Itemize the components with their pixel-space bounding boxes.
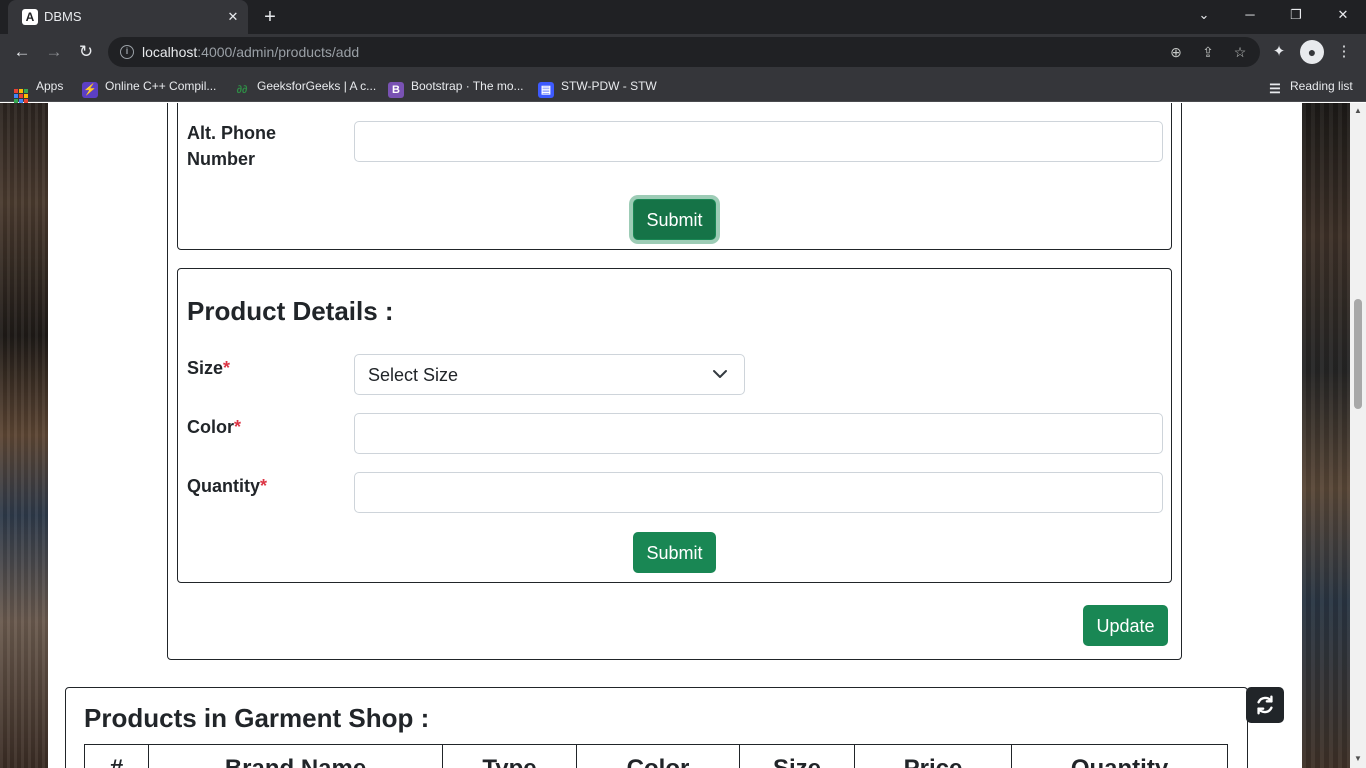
- add-product-card: Alt. Phone Number Submit Product Details …: [167, 103, 1182, 660]
- forward-icon[interactable]: →: [40, 38, 68, 66]
- zoom-icon[interactable]: ⊕: [1166, 42, 1186, 62]
- column-header-brand-name[interactable]: Brand Name: [148, 744, 443, 768]
- product-details-card: Product Details : Size* Select Size Colo…: [177, 268, 1172, 583]
- size-select[interactable]: Select Size: [354, 354, 745, 395]
- site-info-icon[interactable]: i: [120, 45, 134, 59]
- tab-favicon-icon: A: [22, 9, 38, 25]
- quantity-label: Quantity*: [187, 476, 268, 496]
- bookmark-apps[interactable]: Apps: [14, 77, 63, 103]
- product-details-heading: Product Details :: [187, 296, 394, 326]
- products-card: Products in Garment Shop : # Brand Name …: [65, 687, 1248, 768]
- stw-icon: ▤: [538, 82, 554, 98]
- column-header-quantity[interactable]: Quantity: [1011, 744, 1228, 768]
- reading-list[interactable]: ☰ Reading list: [1267, 77, 1353, 96]
- column-header-index[interactable]: #: [84, 744, 149, 768]
- bookmark-bootstrap[interactable]: B Bootstrap · The mo...: [388, 77, 524, 98]
- bookmark-star-icon[interactable]: ☆: [1230, 42, 1250, 62]
- restore-icon[interactable]: ❐: [1273, 0, 1319, 30]
- bookmark-stw-pdw[interactable]: ▤ STW-PDW - STW: [538, 77, 657, 98]
- products-title: Products in Garment Shop :: [84, 703, 430, 733]
- refresh-icon: [1257, 695, 1273, 715]
- refresh-button[interactable]: [1246, 687, 1284, 723]
- tab-title: DBMS: [44, 9, 82, 24]
- products-table: # Brand Name Type Color Size Price Quant…: [84, 744, 1228, 768]
- apps-grid-icon: [14, 89, 28, 103]
- column-header-type[interactable]: Type: [442, 744, 577, 768]
- size-label: Size*: [187, 358, 231, 378]
- column-header-size[interactable]: Size: [739, 744, 855, 768]
- product-submit-button[interactable]: Submit: [633, 532, 716, 573]
- table-header-row: # Brand Name Type Color Size Price Quant…: [84, 744, 1228, 768]
- bookmarks-bar: Apps ⚡ Online C++ Compil... ∂∂ GeeksforGee…: [0, 70, 1366, 103]
- profile-avatar-icon[interactable]: ●: [1300, 40, 1324, 64]
- page-viewport: Alt. Phone Number Submit Product Details …: [0, 103, 1350, 768]
- bootstrap-icon: B: [388, 82, 404, 98]
- url-text: localhost:4000/admin/products/add: [142, 44, 360, 60]
- tab-search-icon[interactable]: ⌄: [1181, 0, 1227, 30]
- color-input[interactable]: [354, 413, 1163, 454]
- browser-tab[interactable]: A DBMS ✕: [8, 0, 248, 34]
- gfg-icon: ∂∂: [236, 84, 248, 96]
- reading-list-icon: ☰: [1269, 81, 1281, 96]
- new-tab-icon[interactable]: +: [258, 6, 282, 28]
- browser-toolbar: ← → ↻ i localhost:4000/admin/products/ad…: [0, 34, 1366, 70]
- color-label: Color*: [187, 417, 242, 437]
- size-select-value: Select Size: [368, 365, 459, 385]
- background-image-left: [0, 103, 48, 768]
- menu-kebab-icon[interactable]: ⋮: [1332, 40, 1356, 64]
- minimize-icon[interactable]: ─: [1227, 0, 1273, 30]
- column-header-color[interactable]: Color: [576, 744, 740, 768]
- scroll-down-icon[interactable]: ▼: [1354, 755, 1362, 763]
- bookmark-online-cpp[interactable]: ⚡ Online C++ Compil...: [82, 77, 216, 98]
- contact-submit-button[interactable]: Submit: [633, 199, 716, 240]
- share-icon[interactable]: ⇪: [1198, 42, 1218, 62]
- address-bar[interactable]: i localhost:4000/admin/products/add ⊕ ⇪ …: [108, 37, 1260, 67]
- quantity-input[interactable]: [354, 472, 1163, 513]
- close-tab-icon[interactable]: ✕: [224, 8, 242, 26]
- scroll-up-icon[interactable]: ▲: [1354, 107, 1362, 115]
- chevron-down-icon: [713, 370, 727, 378]
- update-button[interactable]: Update: [1083, 605, 1168, 646]
- bookmark-geeksforgeeks[interactable]: ∂∂ GeeksforGeeks | A c...: [234, 77, 377, 96]
- background-image-right: [1302, 103, 1350, 768]
- contact-form-card: Alt. Phone Number Submit: [177, 103, 1172, 250]
- page-scrollbar[interactable]: ▲ ▼: [1350, 103, 1366, 768]
- page-content: Alt. Phone Number Submit Product Details …: [48, 103, 1302, 768]
- alt-phone-input[interactable]: [354, 121, 1163, 162]
- reload-icon[interactable]: ↻: [72, 38, 100, 66]
- column-header-price[interactable]: Price: [854, 744, 1012, 768]
- close-window-icon[interactable]: ✕: [1320, 0, 1366, 30]
- alt-phone-label: Alt. Phone Number: [187, 123, 276, 169]
- back-icon[interactable]: ←: [8, 38, 36, 66]
- extensions-puzzle-icon[interactable]: ✦: [1267, 40, 1291, 64]
- lightning-icon: ⚡: [82, 82, 98, 98]
- scrollbar-thumb[interactable]: [1354, 299, 1362, 409]
- tab-strip: A DBMS ✕ + ⌄ ─ ❐ ✕: [0, 0, 1366, 34]
